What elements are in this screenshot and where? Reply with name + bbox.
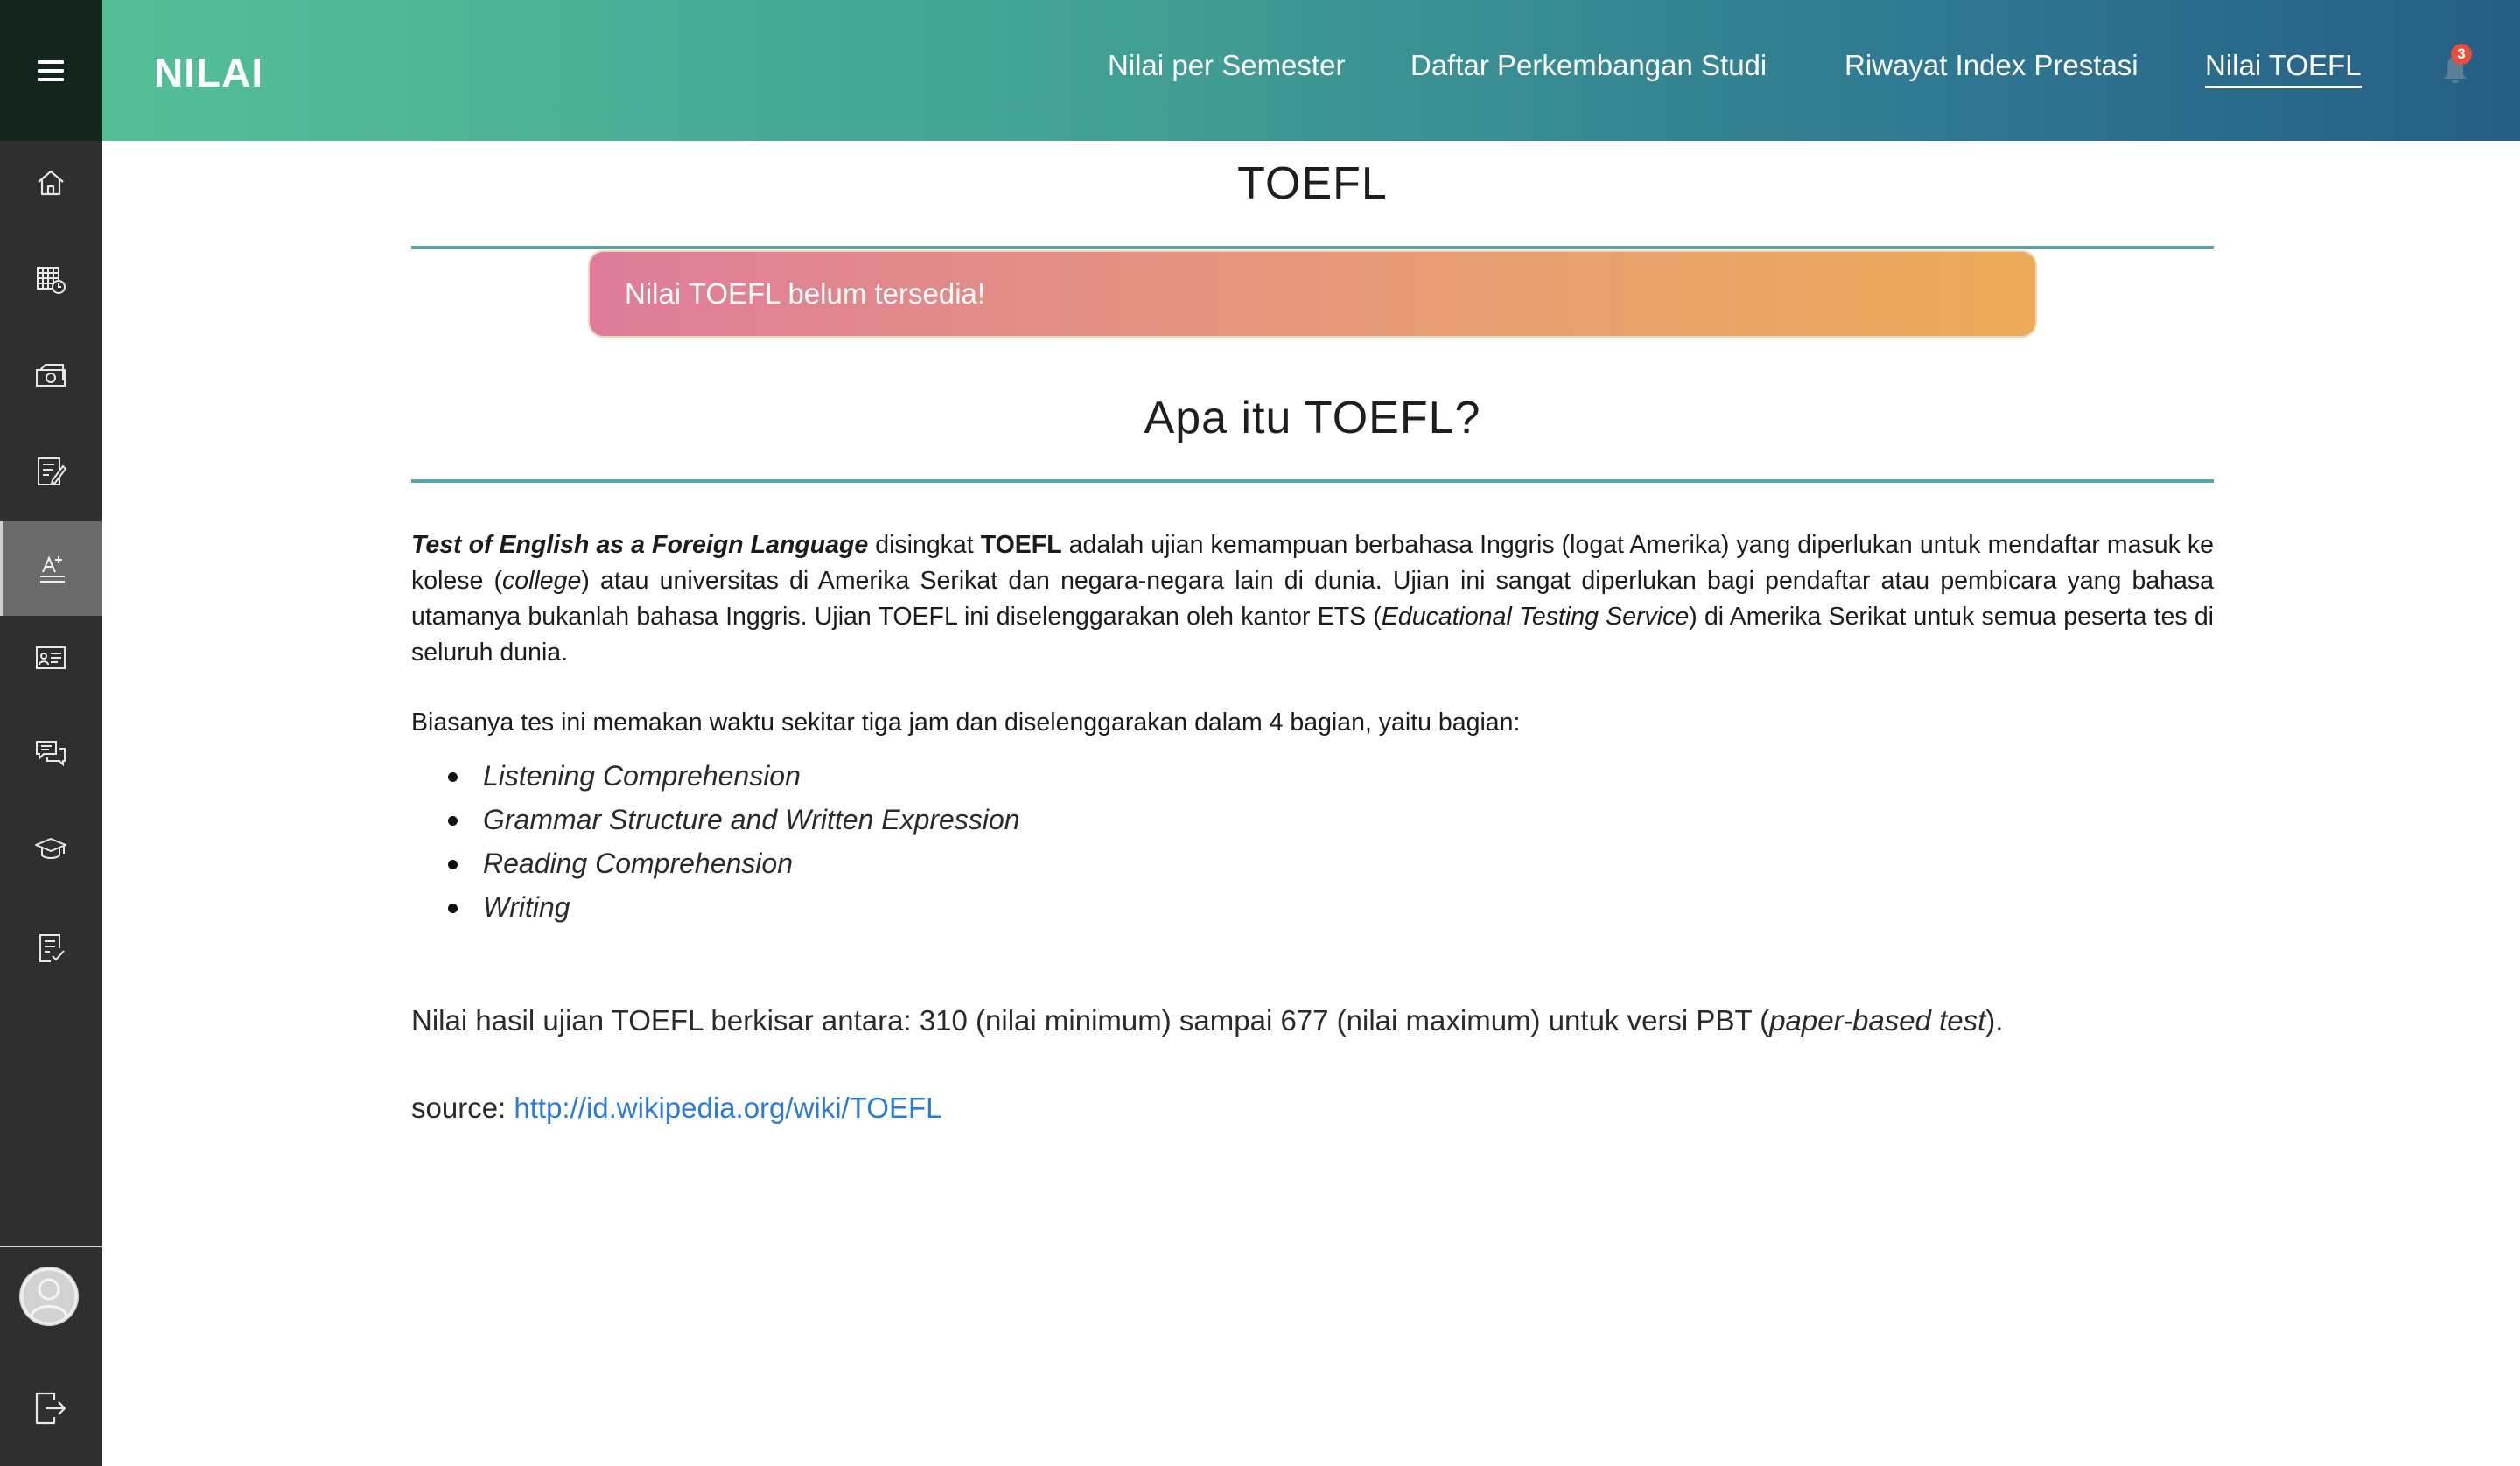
title-divider <box>411 246 2214 249</box>
calendar-clock-icon <box>37 267 66 294</box>
alert-text: Nilai TOEFL belum tersedia! <box>625 277 986 310</box>
page-title: TOEFL <box>1237 158 1388 209</box>
graduation-cap-icon <box>35 838 66 859</box>
score-range-text: Nilai hasil ujian TOEFL berkisar antara:… <box>411 1004 2004 1037</box>
avatar[interactable] <box>19 1267 79 1326</box>
nav-daftar-perkembangan-studi[interactable]: Daftar Perkembangan Studi <box>1410 49 1767 82</box>
nav-riwayat-index-prestasi[interactable]: Riwayat Index Prestasi <box>1844 49 2138 82</box>
money-icon <box>36 358 68 387</box>
list-item: Grammar Structure and Written Expression <box>411 798 1020 841</box>
avatar-icon <box>19 1267 79 1326</box>
college-term: college <box>502 567 582 595</box>
list-item: Listening Comprehension <box>411 754 1020 798</box>
bullet-icon <box>448 904 458 913</box>
bullet-icon <box>448 772 458 782</box>
source-link[interactable]: http://id.wikipedia.org/wiki/TOEFL <box>514 1092 942 1124</box>
sidebar-item-checklist[interactable] <box>0 901 102 995</box>
sidebar-item-payment[interactable] <box>0 328 102 422</box>
nav-nilai-toefl[interactable]: Nilai TOEFL <box>2205 49 2362 88</box>
sections-intro: Biasanya tes ini memakan waktu sekitar t… <box>411 709 1521 736</box>
sidebar-top <box>0 0 102 141</box>
bullet-icon <box>448 816 458 826</box>
nav-nilai-per-semester[interactable]: Nilai per Semester <box>1108 49 1345 82</box>
sections-list: Listening Comprehension Grammar Structur… <box>411 754 1020 929</box>
home-icon <box>38 170 64 196</box>
chat-icon <box>36 741 66 767</box>
sidebar-item-schedule[interactable] <box>0 232 102 326</box>
sidebar-divider <box>0 1246 102 1247</box>
menu-icon[interactable] <box>38 59 64 81</box>
section-divider <box>411 479 2214 483</box>
document-edit-icon <box>38 457 67 485</box>
list-item: Writing <box>411 885 1020 929</box>
list-item: Reading Comprehension <box>411 841 1020 885</box>
toefl-full-name: Test of English as a Foreign Language <box>411 531 869 559</box>
bullet-icon <box>448 860 458 869</box>
sidebar <box>0 0 102 1466</box>
logout-icon <box>35 1392 66 1425</box>
ets-term: Educational Testing Service <box>1381 603 1690 631</box>
toefl-abbreviation: TOEFL <box>980 531 1062 559</box>
sidebar-item-graduation[interactable] <box>0 801 102 896</box>
sidebar-item-classes[interactable] <box>0 612 102 707</box>
sidebar-item-documents[interactable] <box>0 424 102 519</box>
source-line: source: http://id.wikipedia.org/wiki/TOE… <box>411 1092 942 1125</box>
notification-badge: 3 <box>2451 44 2472 65</box>
sidebar-item-home[interactable] <box>0 136 102 230</box>
presentation-icon <box>36 646 66 669</box>
alert-banner: Nilai TOEFL belum tersedia! <box>588 250 2037 338</box>
description-paragraph: Test of English as a Foreign Language di… <box>411 531 2215 667</box>
sidebar-item-grades[interactable] <box>0 521 102 616</box>
sidebar-item-messages[interactable] <box>0 705 102 799</box>
section-title: Apa itu TOEFL? <box>1144 393 1481 443</box>
logout-button[interactable] <box>0 1365 102 1452</box>
source-label: source: <box>411 1092 514 1124</box>
page-brand: NILAI <box>154 50 264 95</box>
checklist-icon <box>39 934 65 962</box>
grade-a-plus-icon <box>40 555 65 583</box>
